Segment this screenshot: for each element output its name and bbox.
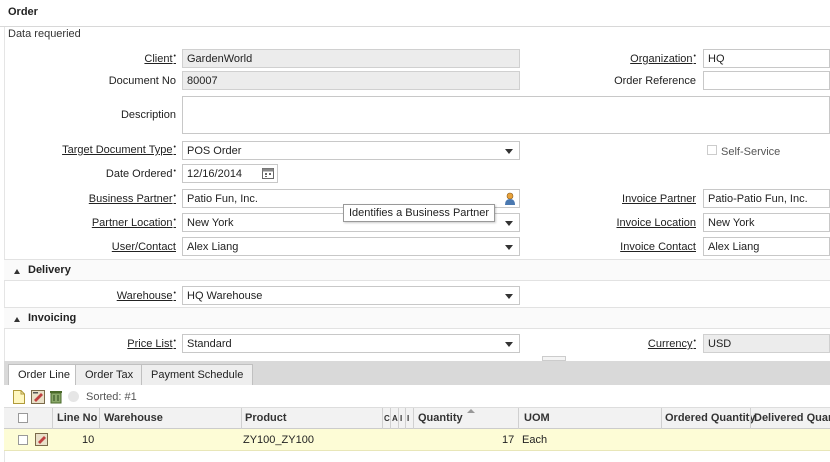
delivery-section-header[interactable]: Delivery (4, 259, 830, 281)
column-divider (750, 408, 751, 429)
required-marker-icon: • (173, 290, 176, 297)
self-service-label: Self-Service (721, 146, 781, 158)
currency-field[interactable]: USD (703, 334, 830, 353)
target-doc-type-select[interactable]: POS Order (182, 141, 520, 160)
business-partner-label[interactable]: Business Partner• (6, 193, 176, 205)
edit-row-icon[interactable] (35, 433, 48, 446)
invoice-partner-field[interactable]: Patio-Patio Fun, Inc. (703, 189, 830, 208)
col-product[interactable]: Product (245, 412, 287, 424)
calendar-icon[interactable] (262, 167, 274, 179)
dropdown-arrow-icon (505, 294, 513, 299)
dropdown-arrow-icon (505, 342, 513, 347)
column-divider (382, 408, 383, 429)
required-marker-icon: • (173, 168, 176, 175)
required-marker-icon: • (173, 217, 176, 224)
tab-order-tax[interactable]: Order Tax (75, 364, 144, 385)
organization-field[interactable]: HQ (703, 49, 830, 68)
detail-tabbar: Order Line Order Tax Payment Schedule (4, 361, 830, 385)
col-line-no[interactable]: Line No (57, 412, 97, 424)
column-divider (99, 408, 100, 429)
date-ordered-field[interactable]: 12/16/2014 (182, 164, 278, 183)
invoice-contact-label[interactable]: Invoice Contact (526, 241, 696, 253)
grid-toolbar: Sorted: #1 (4, 385, 830, 407)
column-divider (413, 408, 414, 429)
invoice-location-field[interactable]: New York (703, 213, 830, 232)
dropdown-arrow-icon (505, 221, 513, 226)
cell-uom[interactable]: Each (522, 434, 547, 446)
self-service-checkbox[interactable] (707, 145, 717, 155)
column-divider (661, 408, 662, 429)
column-divider (390, 408, 391, 429)
invoice-contact-field[interactable]: Alex Liang (703, 237, 830, 256)
col-warehouse[interactable]: Warehouse (104, 412, 163, 424)
column-divider (398, 408, 399, 429)
user-contact-select[interactable]: Alex Liang (182, 237, 520, 256)
column-divider (518, 408, 519, 429)
column-divider (405, 408, 406, 429)
col-uom[interactable]: UOM (524, 412, 550, 424)
collapse-triangle-icon (14, 317, 20, 322)
col-quantity[interactable]: Quantity (418, 412, 463, 424)
dropdown-arrow-icon (505, 245, 513, 250)
required-marker-icon: • (173, 338, 176, 345)
col-c[interactable]: C (384, 414, 390, 423)
document-no-label: Document No (108, 75, 176, 87)
cell-product[interactable]: ZY100_ZY100 (243, 434, 314, 446)
col-ordered-quantity[interactable]: Ordered Quantity (665, 412, 755, 424)
required-marker-icon: • (693, 53, 696, 60)
invoicing-section-header[interactable]: Invoicing (4, 307, 830, 329)
status-message: Data requeried (8, 28, 81, 40)
cell-quantity[interactable]: 17 (502, 434, 514, 446)
col-i2[interactable]: I (407, 414, 409, 423)
col-a[interactable]: A (392, 414, 398, 423)
header-divider (0, 26, 830, 27)
column-divider (241, 408, 242, 429)
tab-payment-schedule[interactable]: Payment Schedule (141, 364, 254, 385)
date-ordered-label: Date Ordered• (105, 168, 176, 180)
document-no-field[interactable]: 80007 (182, 71, 520, 90)
order-reference-label: Order Reference (614, 75, 696, 87)
tab-order-line[interactable]: Order Line (8, 364, 80, 385)
required-marker-icon: • (173, 144, 176, 151)
dropdown-arrow-icon (505, 149, 513, 154)
partner-location-label[interactable]: Partner Location• (6, 217, 176, 229)
invoice-partner-label[interactable]: Invoice Partner (526, 193, 696, 205)
delete-record-icon[interactable] (49, 390, 63, 404)
select-all-checkbox[interactable] (18, 413, 28, 423)
sort-asc-icon (467, 409, 475, 413)
sorted-indicator: Sorted: #1 (86, 391, 137, 403)
client-field[interactable]: GardenWorld (182, 49, 520, 68)
warehouse-label[interactable]: Warehouse• (6, 290, 176, 302)
table-row[interactable]: 10 ZY100_ZY100 17 Each (4, 429, 830, 451)
collapse-triangle-icon (14, 269, 20, 274)
target-doc-type-label[interactable]: Target Document Type• (6, 144, 176, 156)
column-divider (52, 408, 53, 429)
col-i1[interactable]: I (400, 414, 402, 423)
description-field[interactable] (182, 96, 830, 134)
user-contact-label[interactable]: User/Contact (6, 241, 176, 253)
new-record-icon[interactable] (12, 390, 26, 404)
invoice-location-label[interactable]: Invoice Location (526, 217, 697, 229)
client-label[interactable]: Client• (6, 53, 176, 65)
grid-header: Line No Warehouse Product C A I I Quanti… (4, 407, 830, 429)
edit-record-icon[interactable] (31, 390, 45, 404)
required-marker-icon: • (173, 53, 176, 60)
price-list-select[interactable]: Standard (182, 334, 520, 353)
tooltip: Identifies a Business Partner (343, 204, 496, 222)
required-marker-icon: • (173, 193, 176, 200)
bpartner-person-icon[interactable] (504, 192, 516, 205)
disabled-action-icon (68, 391, 79, 402)
row-select-checkbox[interactable] (18, 435, 28, 445)
description-label: Description (120, 109, 176, 121)
required-marker-icon: • (693, 338, 696, 345)
cell-line-no[interactable]: 10 (82, 434, 94, 446)
organization-label[interactable]: Organization• (526, 53, 696, 65)
currency-label[interactable]: Currency• (526, 338, 696, 350)
price-list-label[interactable]: Price List• (6, 338, 176, 350)
warehouse-select[interactable]: HQ Warehouse (182, 286, 520, 305)
window-title: Order (8, 6, 38, 18)
order-reference-field[interactable] (703, 71, 830, 90)
col-delivered-quantity[interactable]: Delivered Quant (754, 412, 830, 424)
